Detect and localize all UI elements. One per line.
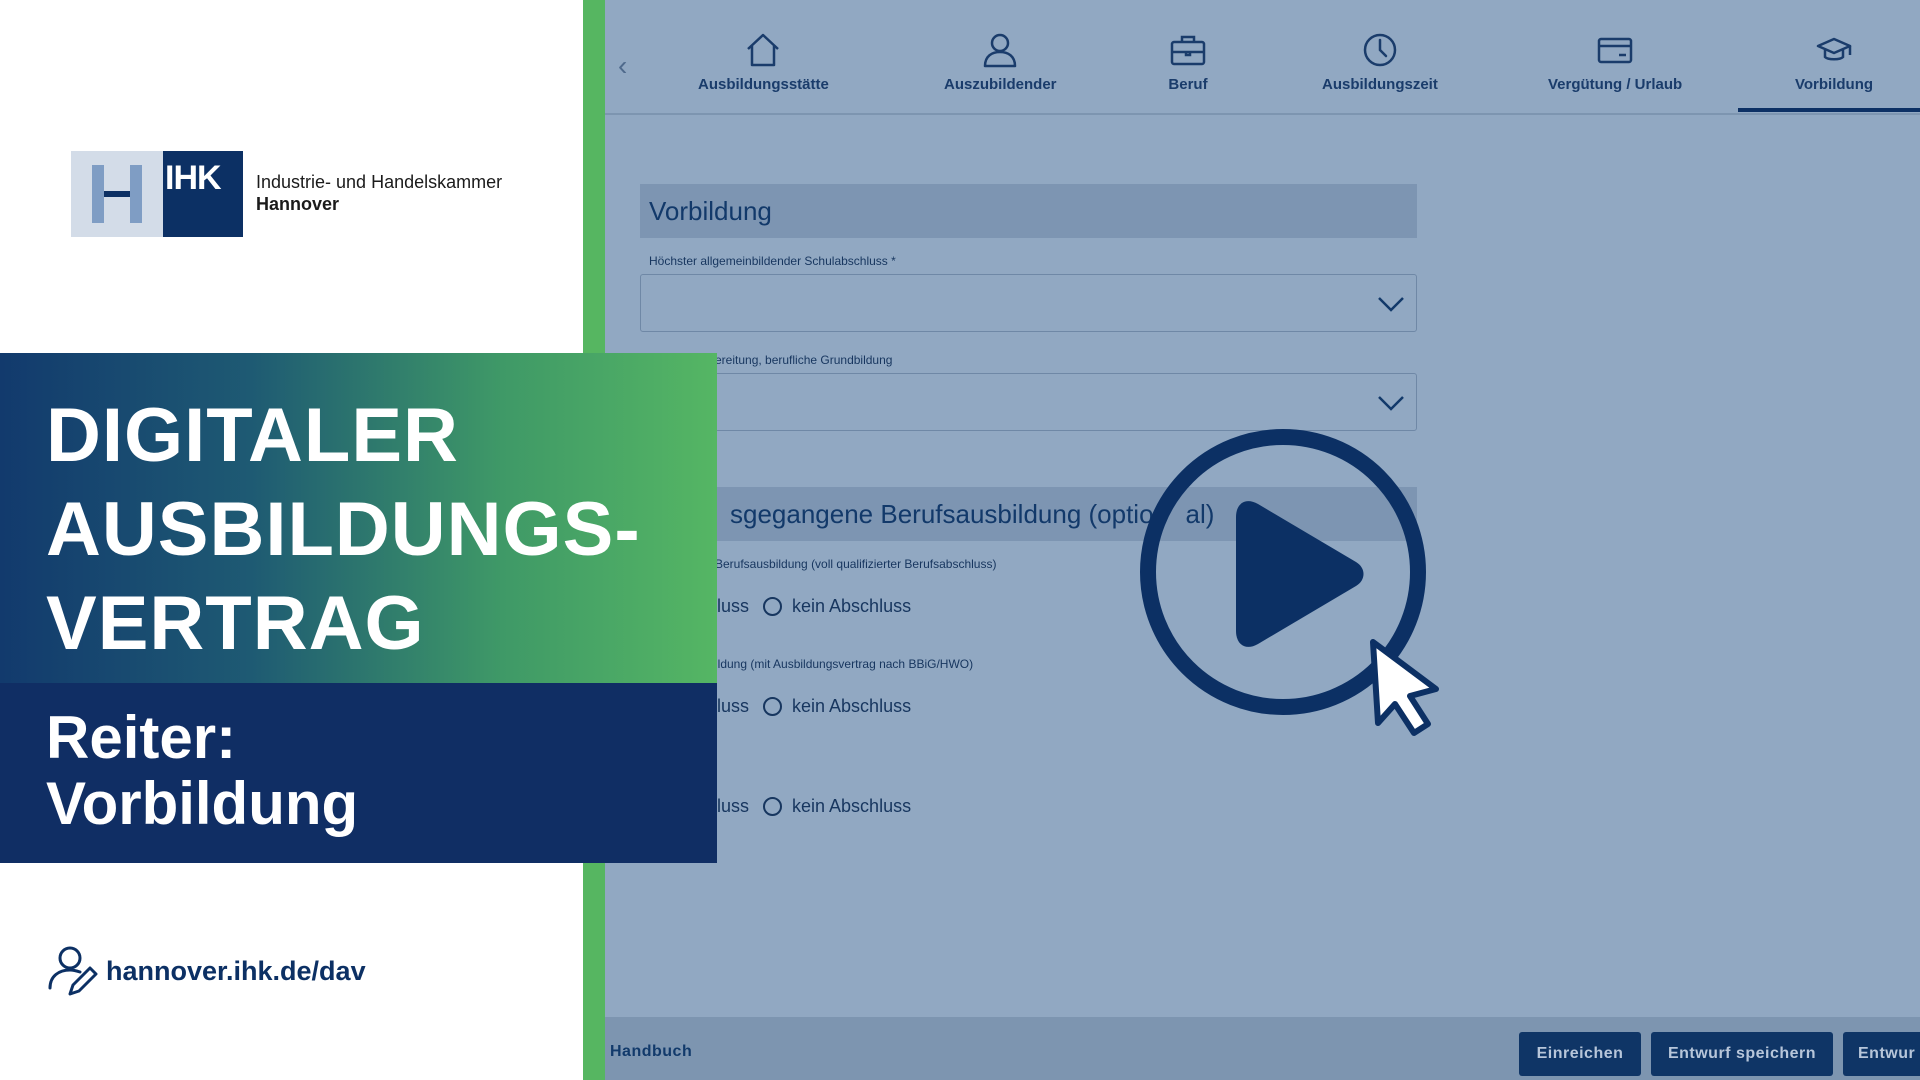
radio-option-abschluss[interactable]: luss: [717, 596, 749, 617]
clock-icon: [1363, 33, 1397, 67]
chevron-left-icon[interactable]: ‹: [618, 52, 627, 80]
tab-label: Vorbildung: [1795, 76, 1874, 93]
tab-label: Ausbildungszeit: [1322, 76, 1438, 93]
ihk-abbr: IHK: [163, 151, 243, 237]
subtitle-banner: Reiter: Vorbildung: [0, 683, 717, 863]
chevron-down-icon: [1378, 396, 1404, 411]
video-title: DIGITALER AUSBILDUNGS- VERTRAG: [46, 389, 641, 671]
play-triangle-icon: [1236, 501, 1364, 647]
tab-beruf[interactable]: Beruf: [1168, 30, 1208, 93]
grundbildung-select[interactable]: [640, 373, 1417, 431]
radio-kein-abschluss-2[interactable]: [763, 697, 783, 716]
cursor-icon: [1370, 639, 1439, 736]
handbuch-link[interactable]: Handbuch: [610, 1043, 692, 1061]
berufsausbildung-label: Berufsausbildung (voll qualifizierter Be…: [715, 557, 997, 571]
radio-label: kein Abschluss: [792, 796, 912, 816]
radio-option-abschluss[interactable]: luss: [717, 796, 749, 817]
radio-label: kein Abschluss: [792, 696, 912, 716]
einreichen-button[interactable]: Einreichen: [1519, 1032, 1641, 1076]
tab-vorbildung[interactable]: Vorbildung: [1795, 30, 1873, 93]
bottom-action-bar: Handbuch Einreichen Entwurf speichern En…: [605, 1017, 1920, 1080]
ausbildungsvertrag-label: ildung (mit Ausbildungsvertrag nach BBiG…: [715, 657, 974, 671]
graduation-cap-icon: [1816, 37, 1852, 61]
active-tab-indicator: [1738, 108, 1920, 112]
radio-label: kein Abschluss: [792, 596, 912, 616]
tab-auszubildender[interactable]: Auszubildender: [944, 30, 1057, 93]
radio-kein-abschluss-1[interactable]: [763, 597, 783, 616]
radio-kein-abschluss-3[interactable]: [763, 797, 783, 816]
ihk-name: Industrie- und Handelskammer Hannover: [256, 172, 502, 215]
radio-group-1: luss kein Abschluss: [717, 596, 911, 617]
section-vorbildung-heading: Vorbildung: [640, 184, 1417, 238]
tab-label: Vergütung / Urlaub: [1548, 76, 1683, 93]
title-banner: DIGITALER AUSBILDUNGS- VERTRAG: [0, 353, 717, 683]
video-subtitle: Reiter: Vorbildung: [46, 705, 358, 837]
website-link[interactable]: hannover.ihk.de/dav: [46, 944, 366, 998]
schulabschluss-label: Höchster allgemeinbildender Schulabschlu…: [649, 254, 896, 268]
tab-verguetung-urlaub[interactable]: Vergütung / Urlaub: [1548, 30, 1682, 93]
website-link-text[interactable]: hannover.ihk.de/dav: [106, 956, 366, 987]
house-icon: [747, 33, 780, 67]
tab-ausbildungszeit[interactable]: Ausbildungszeit: [1322, 30, 1438, 93]
tab-ausbildungsstaette[interactable]: Ausbildungsstätte: [698, 30, 829, 93]
video-title-line-1: DIGITALER: [46, 393, 459, 478]
radio-group-2: luss kein Abschluss: [717, 696, 911, 717]
radio-group-3: luss kein Abschluss: [717, 796, 911, 817]
tab-label: Ausbildungsstätte: [698, 76, 829, 93]
video-title-line-3: VERTRAG: [46, 581, 425, 666]
ihk-h-emblem: [71, 151, 163, 237]
ihk-logo: IHK Industrie- und Handelskammer Hannove…: [71, 151, 502, 237]
tab-bar: ‹ Ausbildungsstätte Auszubildender Beruf…: [605, 0, 1920, 115]
entwurf-button[interactable]: Entwur: [1843, 1032, 1920, 1076]
card-icon: [1597, 37, 1633, 64]
schulabschluss-select[interactable]: [640, 274, 1417, 332]
tab-label: Beruf: [1168, 76, 1208, 93]
person-edit-icon: [48, 946, 98, 996]
video-subtitle-line-2: Vorbildung: [46, 770, 359, 837]
ihk-name-line2: Hannover: [256, 194, 340, 214]
video-subtitle-line-1: Reiter:: [46, 704, 237, 771]
tab-label: Auszubildender: [944, 76, 1057, 93]
radio-option-abschluss[interactable]: luss: [717, 696, 749, 717]
video-title-line-2: AUSBILDUNGS-: [46, 487, 641, 572]
chevron-down-icon: [1378, 297, 1404, 312]
briefcase-icon: [1170, 35, 1206, 66]
grundbildung-label: ereitung, berufliche Grundbildung: [715, 353, 893, 367]
ihk-logo-mark: IHK: [71, 151, 243, 237]
person-icon: [984, 33, 1017, 68]
play-button[interactable]: [1138, 427, 1444, 737]
entwurf-speichern-button[interactable]: Entwurf speichern: [1651, 1032, 1833, 1076]
section-berufsausbildung-title: sgegangene Berufsausbildung (optio: [730, 499, 1154, 529]
ihk-name-line1: Industrie- und Handelskammer: [256, 172, 503, 193]
